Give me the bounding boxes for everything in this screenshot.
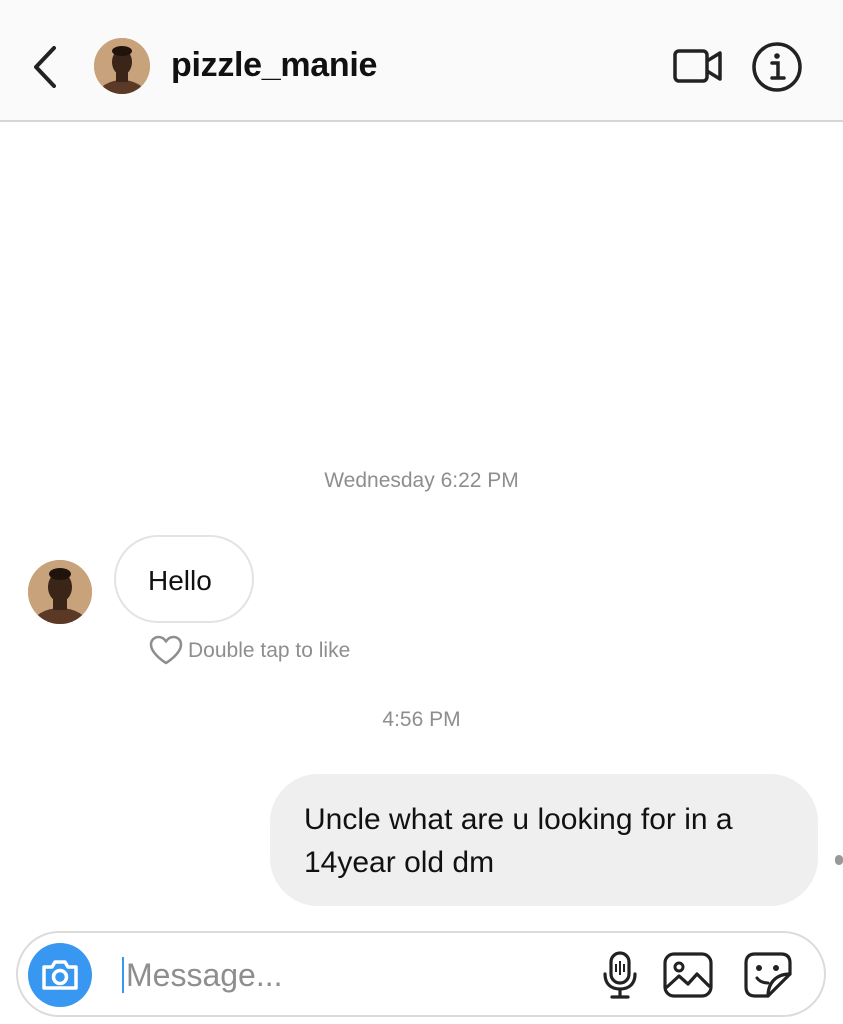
camera-button[interactable] [28, 943, 92, 1007]
outgoing-message-bubble[interactable]: Uncle what are u looking for in a 14year… [270, 774, 818, 906]
chat-header: pizzle_manie [0, 0, 843, 122]
sticker-icon[interactable] [740, 947, 796, 1003]
heart-icon[interactable] [148, 634, 184, 666]
scroll-indicator [835, 855, 843, 865]
camera-icon [42, 960, 78, 990]
video-call-icon[interactable] [672, 44, 724, 90]
incoming-message-text: Hello [148, 565, 212, 596]
outgoing-message-text: Uncle what are u looking for in a 14year… [304, 803, 733, 879]
timestamp-divider: Wednesday 6:22 PM [324, 469, 519, 492]
info-icon[interactable] [750, 40, 804, 94]
gallery-icon[interactable] [660, 947, 716, 1003]
sender-avatar[interactable] [28, 560, 92, 624]
microphone-icon[interactable] [592, 947, 648, 1003]
timestamp-divider: 4:56 PM [382, 708, 461, 731]
like-hint-label: Double tap to like [188, 639, 351, 662]
text-caret [122, 957, 124, 993]
incoming-message-bubble[interactable]: Hello [114, 535, 254, 623]
chat-username[interactable]: pizzle_manie [171, 46, 377, 85]
message-input[interactable] [126, 953, 546, 997]
back-chevron-icon[interactable] [28, 42, 62, 92]
header-avatar[interactable] [94, 38, 150, 94]
message-composer [16, 931, 826, 1017]
